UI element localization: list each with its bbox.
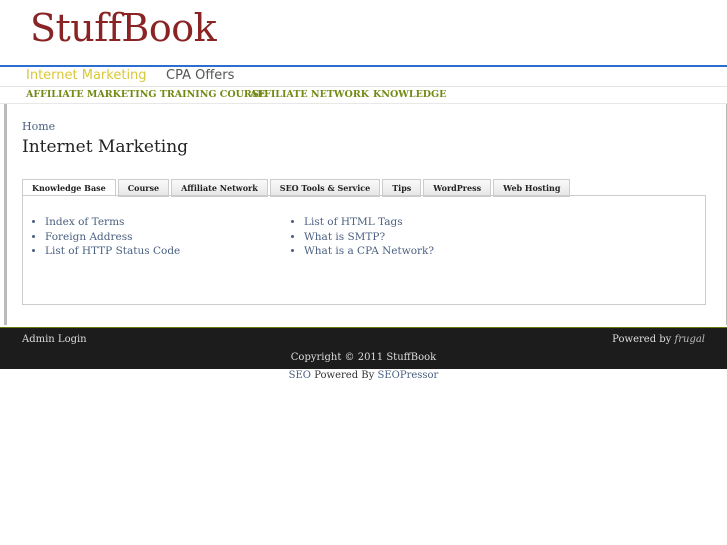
theme-link[interactable]: frugal <box>675 334 705 345</box>
nav-cpa-offers[interactable]: CPA Offers <box>166 68 234 83</box>
seo-link[interactable]: SEO <box>289 370 311 381</box>
link-index-of-terms[interactable]: Index of Terms <box>45 215 180 230</box>
breadcrumb-home[interactable]: Home <box>22 120 55 133</box>
credit-text: Powered By <box>314 370 375 381</box>
footer: Admin Login Powered by frugal Copyright … <box>0 327 727 369</box>
nav-affiliate-course[interactable]: AFFILIATE MARKETING TRAINING COURSE <box>26 89 266 100</box>
nav-knowledge[interactable]: KNOWLEDGE <box>373 89 446 100</box>
admin-login-link[interactable]: Admin Login <box>22 334 87 345</box>
link-list-right: List of HTML Tags What is SMTP? What is … <box>281 215 434 259</box>
link-cpa-network[interactable]: What is a CPA Network? <box>304 244 434 259</box>
seopressor-link[interactable]: SEOPressor <box>378 370 439 381</box>
nav-internet-marketing[interactable]: Internet Marketing <box>26 68 147 83</box>
primary-nav: Internet Marketing CPA Offers <box>0 67 727 87</box>
link-smtp[interactable]: What is SMTP? <box>304 230 434 245</box>
seo-credit: SEO Powered By SEOPressor <box>0 370 727 381</box>
link-foreign-address[interactable]: Foreign Address <box>45 230 180 245</box>
link-http-status[interactable]: List of HTTP Status Code <box>45 244 180 259</box>
copyright: Copyright © 2011 StuffBook <box>290 352 437 363</box>
link-html-tags[interactable]: List of HTML Tags <box>304 215 434 230</box>
secondary-nav: AFFILIATE MARKETING TRAINING COURSE AFFI… <box>0 87 727 104</box>
link-list-left: Index of Terms Foreign Address List of H… <box>22 215 180 259</box>
site-logo[interactable]: StuffBook <box>30 6 217 50</box>
page-title: Internet Marketing <box>22 137 189 157</box>
powered-by-text: Powered by <box>612 334 672 345</box>
nav-affiliate-network[interactable]: AFFILIATE NETWORK <box>250 89 369 100</box>
